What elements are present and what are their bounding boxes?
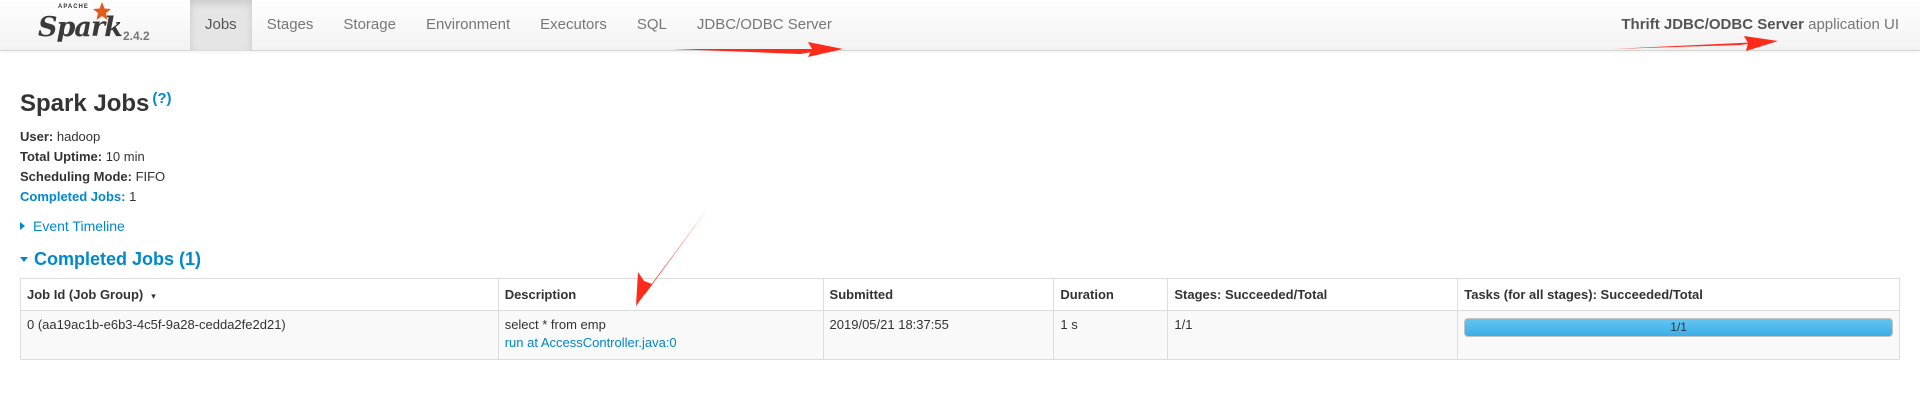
summary-mode-value: FIFO: [131, 169, 166, 184]
tasks-progress-label: 1/1: [1670, 320, 1687, 334]
completed-jobs-table: Job Id (Job Group) ▾ Description Submitte…: [20, 278, 1900, 360]
logo-apache-text: APACHE: [58, 4, 89, 10]
tab-environment[interactable]: Environment: [411, 0, 525, 51]
tab-sql[interactable]: SQL: [622, 0, 682, 51]
completed-jobs-link[interactable]: Completed Jobs:: [20, 189, 125, 204]
sort-desc-icon[interactable]: ▾: [151, 291, 156, 301]
event-timeline-toggle[interactable]: Event Timeline: [20, 218, 125, 234]
summary-user: User: hadoop: [20, 127, 165, 147]
summary-completed-jobs: Completed Jobs: 1: [20, 187, 165, 207]
summary-completed-value: 1: [125, 189, 137, 204]
column-header-description[interactable]: Description: [497, 278, 824, 311]
summary-uptime: Total Uptime: 10 min: [20, 147, 165, 167]
table-row: 0 (aa19ac1b-e6b3-4c5f-9a28-cedda2fe2d21)…: [20, 310, 1900, 360]
tab-executors[interactable]: Executors: [525, 0, 622, 51]
summary-user-value: hadoop: [53, 129, 101, 144]
page-title: Spark Jobs (?): [20, 74, 172, 129]
cell-description: select * from emp run at AccessControlle…: [497, 310, 824, 360]
page-title-text: Spark Jobs: [20, 90, 150, 117]
event-timeline-label: Event Timeline: [33, 218, 125, 234]
cell-stages: 1/1: [1167, 310, 1459, 360]
tab-storage[interactable]: Storage: [328, 0, 411, 51]
completed-jobs-heading: Completed Jobs (1): [34, 249, 202, 269]
column-header-tasks[interactable]: Tasks (for all stages): Succeeded/Total: [1457, 278, 1900, 311]
tab-jobs[interactable]: Jobs: [190, 0, 252, 51]
column-header-job-id[interactable]: Job Id (Job Group) ▾: [20, 278, 499, 311]
tab-jdbc-odbc-server[interactable]: JDBC/ODBC Server: [682, 0, 847, 51]
application-name: Thrift JDBC/ODBC Server application UI: [1621, 0, 1899, 50]
caret-right-icon: [20, 222, 25, 230]
nav-tabs: Jobs Stages Storage Environment Executor…: [190, 0, 847, 51]
summary-uptime-label: Total Uptime:: [20, 149, 103, 164]
navbar: APACHE Spark 2.4.2 Jobs Stages Storage E…: [0, 0, 1920, 51]
cell-duration: 1 s: [1053, 310, 1169, 360]
column-header-stages[interactable]: Stages: Succeeded/Total: [1167, 278, 1459, 311]
application-name-suffix: application UI: [1803, 16, 1899, 33]
summary-completed-label: Completed Jobs:: [20, 189, 126, 204]
spark-star-icon: [93, 2, 111, 20]
tab-stages[interactable]: Stages: [252, 0, 329, 51]
column-header-job-id-label: Job Id (Job Group): [27, 287, 144, 302]
summary-uptime-value: 10 min: [102, 149, 145, 164]
summary-list: User: hadoop Total Uptime: 10 min Schedu…: [20, 127, 165, 207]
caret-down-icon: [20, 257, 28, 262]
summary-user-label: User:: [20, 129, 54, 144]
help-icon[interactable]: (?): [152, 90, 171, 107]
cell-submitted: 2019/05/21 18:37:55: [822, 310, 1055, 360]
column-header-duration[interactable]: Duration: [1053, 278, 1169, 311]
spark-logo[interactable]: APACHE Spark 2.4.2: [38, 2, 188, 48]
application-name-bold: Thrift JDBC/ODBC Server: [1621, 16, 1804, 33]
tasks-progress-bar: 1/1: [1464, 318, 1893, 337]
column-header-submitted[interactable]: Submitted: [822, 278, 1055, 311]
summary-mode-label: Scheduling Mode:: [20, 169, 132, 184]
job-description: select * from emp: [504, 317, 606, 332]
summary-scheduling-mode: Scheduling Mode: FIFO: [20, 167, 165, 187]
completed-jobs-toggle[interactable]: Completed Jobs (1): [20, 246, 201, 272]
cell-job-id: 0 (aa19ac1b-e6b3-4c5f-9a28-cedda2fe2d21): [20, 310, 499, 360]
table-header-row: Job Id (Job Group) ▾ Description Submitte…: [20, 278, 1900, 311]
spark-version: 2.4.2: [123, 29, 150, 43]
cell-tasks: 1/1: [1457, 310, 1900, 360]
job-details-link[interactable]: run at AccessController.java:0: [505, 335, 677, 350]
